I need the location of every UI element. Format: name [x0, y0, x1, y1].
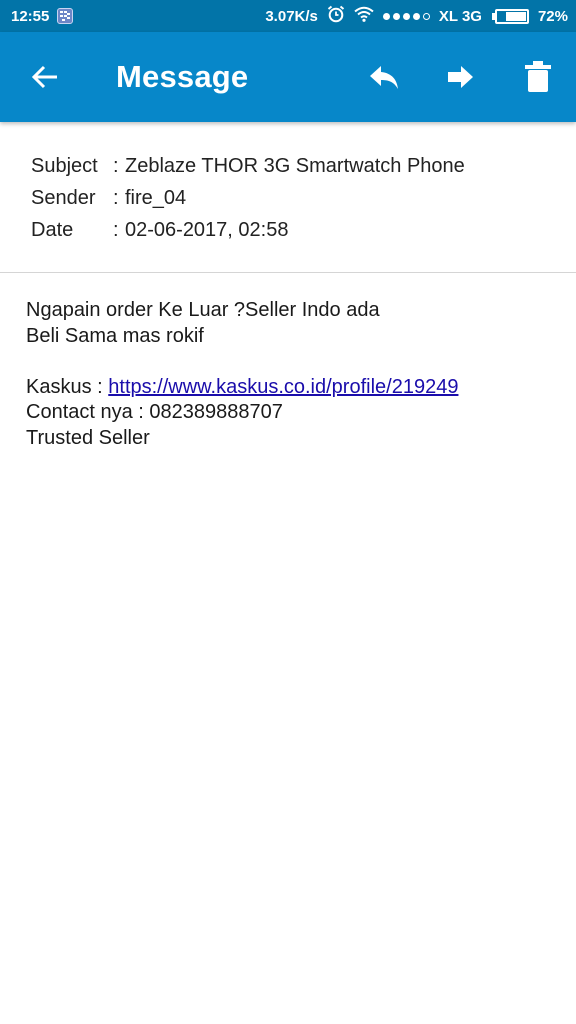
subject-label: Subject	[31, 154, 98, 177]
date-row: Date : 02-06-2017, 02:58	[31, 214, 465, 246]
date-separator: :	[113, 218, 119, 241]
divider	[0, 272, 576, 273]
sender-value: fire_04	[125, 186, 187, 209]
carrier-label: XL 3G	[438, 7, 482, 25]
reply-icon	[370, 66, 398, 89]
back-arrow-icon	[31, 65, 57, 89]
delete-button[interactable]	[510, 49, 566, 105]
sender-label: Sender	[31, 186, 96, 209]
back-button[interactable]	[17, 49, 73, 105]
bbm-icon	[57, 8, 74, 24]
kaskus-profile-link[interactable]: https://www.kaskus.co.id/profile/219249	[108, 376, 458, 398]
app-bar: Message	[0, 32, 576, 122]
trash-icon	[525, 61, 551, 92]
subject-separator: :	[113, 154, 119, 177]
date-label: Date	[31, 218, 74, 241]
signal-icon	[382, 12, 430, 20]
reply-button[interactable]	[356, 49, 412, 105]
page-title: Message	[116, 59, 249, 94]
date-value: 02-06-2017, 02:58	[125, 218, 289, 241]
battery-icon	[491, 8, 529, 24]
subject-value: Zeblaze THOR 3G Smartwatch Phone	[125, 154, 465, 177]
status-bar: 12:55 3.07K/s XL 3G 72%	[0, 0, 576, 32]
forward-button[interactable]	[432, 49, 488, 105]
forward-icon	[448, 66, 473, 88]
network-speed: 3.07K/s	[265, 7, 318, 25]
sender-separator: :	[113, 186, 119, 209]
kaskus-label: Kaskus :	[26, 375, 109, 398]
kaskus-line: Kaskus : https://www.kaskus.co.id/profil…	[26, 375, 458, 401]
sender-row: Sender : fire_04	[31, 182, 465, 214]
body-line-2: Beli Sama mas rokif	[26, 324, 204, 347]
message-meta: Subject : Zeblaze THOR 3G Smartwatch Pho…	[31, 150, 465, 246]
wifi-icon	[354, 6, 374, 26]
subject-row: Subject : Zeblaze THOR 3G Smartwatch Pho…	[31, 150, 465, 182]
status-time: 12:55	[11, 7, 50, 25]
message-body: Ngapain order Ke Luar ?Seller Indo ada B…	[26, 298, 458, 451]
alarm-icon	[327, 5, 345, 27]
contact-line: Contact nya : 082389888707	[26, 401, 283, 423]
battery-percent: 72%	[537, 7, 568, 25]
trusted-line: Trusted Seller	[26, 426, 150, 449]
body-line-1: Ngapain order Ke Luar ?Seller Indo ada	[26, 299, 380, 321]
